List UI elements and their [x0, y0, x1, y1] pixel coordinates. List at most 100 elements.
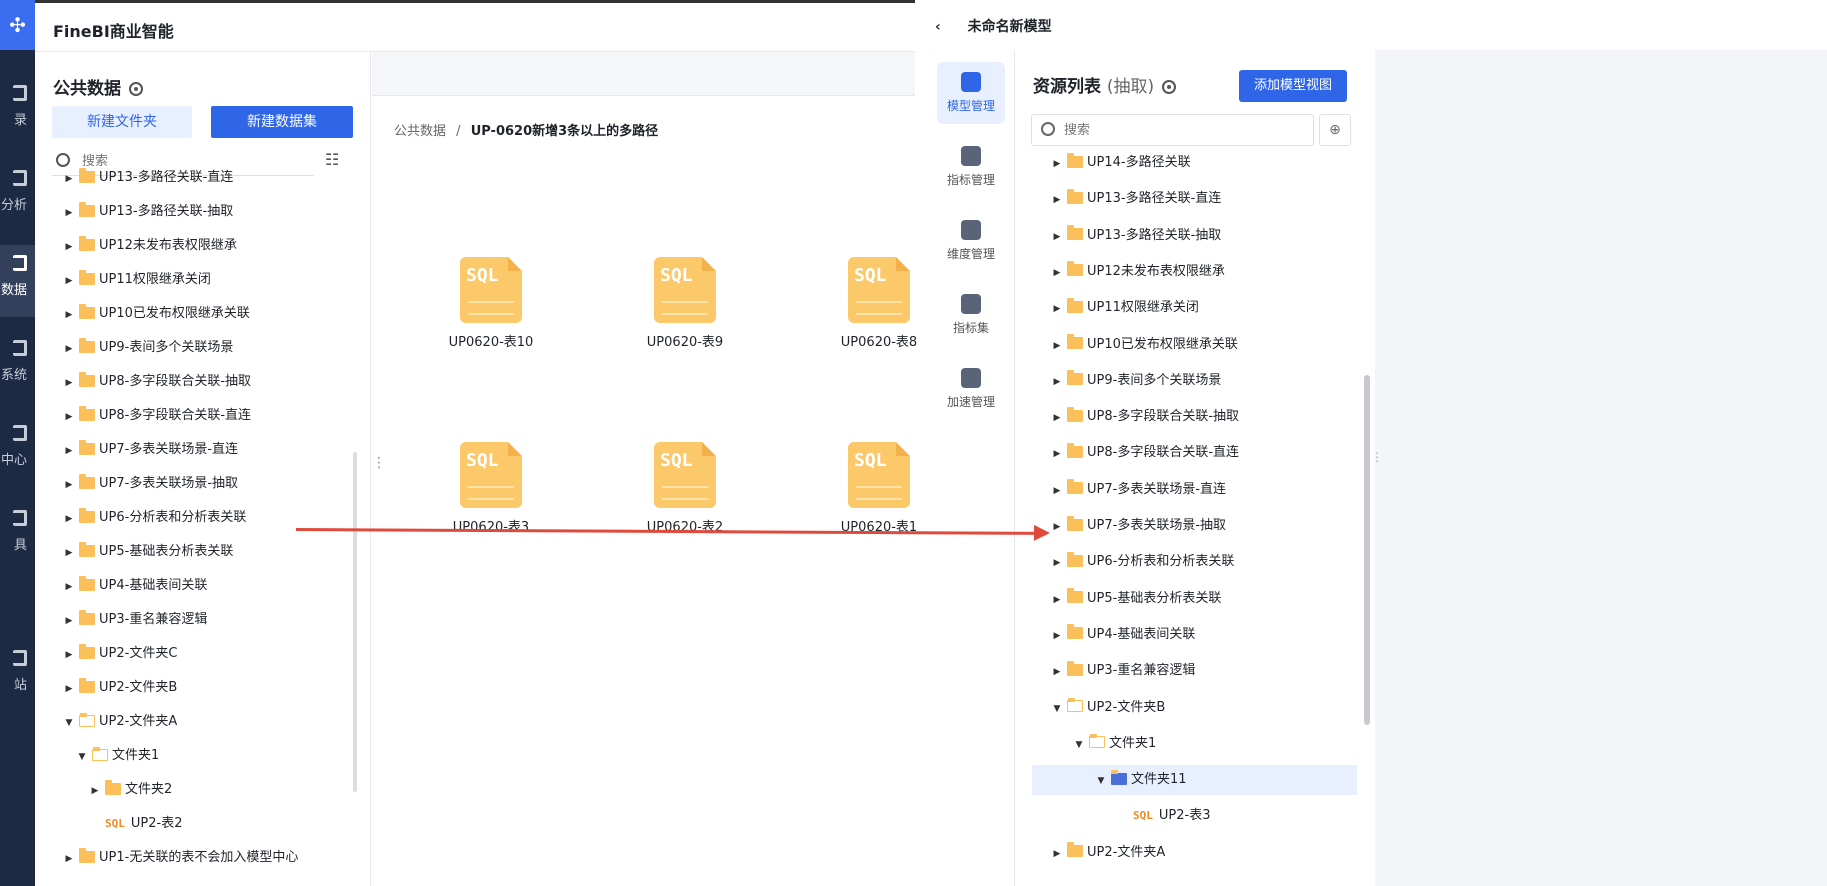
tree-row[interactable]: ▼ 文件夹1 [76, 741, 159, 771]
caret-right-icon[interactable]: ▶ [63, 164, 75, 194]
caret-right-icon[interactable]: ▶ [1051, 657, 1063, 687]
caret-right-icon[interactable]: ▶ [63, 266, 75, 296]
caret-right-icon[interactable]: ▶ [89, 776, 101, 806]
tree-row[interactable]: ▶ UP11权限继承关闭 [63, 265, 211, 295]
new-folder-button[interactable]: 新建文件夹 [52, 106, 192, 138]
nav-acceleration-manage[interactable]: 加速管理 [937, 358, 1005, 420]
tree-row[interactable]: ▶ UP13-多路径关联-直连 [1051, 184, 1221, 214]
tree-row[interactable]: ▶ UP2-文件夹C [63, 639, 177, 669]
tree-row[interactable]: ▶ UP7-多表关联场景-直连 [1051, 475, 1226, 505]
tree-row[interactable]: ▼ 文件夹11 [1032, 765, 1357, 796]
caret-right-icon[interactable]: ▶ [63, 334, 75, 364]
caret-right-icon[interactable]: ▶ [1051, 294, 1063, 324]
caret-right-icon[interactable]: ▶ [63, 606, 75, 636]
resource-settings-icon[interactable] [1162, 80, 1177, 94]
dataset-tile[interactable]: SQL UP0620-表3 [416, 442, 566, 562]
caret-down-icon[interactable]: ▼ [63, 708, 75, 738]
dataset-tile[interactable]: SQL UP0620-表2 [610, 442, 760, 562]
caret-right-icon[interactable]: ▶ [1051, 185, 1063, 215]
nav-item-4[interactable]: 中心 [0, 415, 35, 487]
caret-down-icon[interactable]: ▼ [1073, 730, 1085, 760]
panel-resize-icon[interactable]: ⋮ [1371, 450, 1383, 464]
tree-row[interactable]: ▶ UP5-基础表分析表关联 [1051, 584, 1221, 614]
caret-right-icon[interactable]: ▶ [1051, 222, 1063, 252]
tree-row[interactable]: ▶ UP13-多路径关联-抽取 [63, 197, 233, 227]
caret-right-icon[interactable]: ▶ [1051, 367, 1063, 397]
tree-row[interactable]: ▶ UP2-文件夹B [63, 673, 177, 703]
dataset-tile[interactable]: SQL UP0620-表10 [416, 257, 566, 377]
caret-right-icon[interactable]: ▶ [1051, 258, 1063, 288]
caret-right-icon[interactable]: ▶ [1051, 585, 1063, 615]
nav-metric-set[interactable]: 指标集 [937, 284, 1005, 346]
caret-right-icon[interactable]: ▶ [63, 640, 75, 670]
tree-row[interactable]: SQL UP2-表2 [89, 809, 182, 839]
logo-icon[interactable]: ✣ [0, 0, 35, 50]
caret-right-icon[interactable]: ▶ [1051, 548, 1063, 578]
caret-right-icon[interactable]: ▶ [1051, 150, 1063, 179]
caret-right-icon[interactable]: ▶ [1051, 621, 1063, 651]
resource-search-input[interactable] [1064, 120, 1304, 140]
tree-row[interactable]: ▼ 文件夹1 [1073, 729, 1156, 759]
tree-row[interactable]: ▶ UP8-多字段联合关联-抽取 [63, 367, 251, 397]
nav-item-1[interactable]: 分析 [0, 160, 35, 232]
tree-row[interactable]: ▶ UP10已发布权限继承关联 [1051, 330, 1238, 360]
caret-down-icon[interactable]: ▼ [1051, 694, 1063, 724]
tree-row[interactable]: ▶ UP8-多字段联合关联-直连 [1051, 438, 1239, 468]
tree-row[interactable]: ▶ UP7-多表关联场景-直连 [63, 435, 238, 465]
caret-right-icon[interactable]: ▶ [63, 470, 75, 500]
tree-row[interactable]: ▼ UP2-文件夹B [1051, 693, 1165, 723]
tree-row[interactable]: ▶ UP8-多字段联合关联-抽取 [1051, 402, 1239, 432]
tree-row[interactable]: ▶ UP6-分析表和分析表关联 [1051, 547, 1234, 577]
caret-right-icon[interactable]: ▶ [63, 232, 75, 262]
tree-row[interactable]: ▶ UP3-重名兼容逻辑 [63, 605, 207, 635]
tree-row[interactable]: ▶ UP12未发布表权限继承 [1051, 257, 1225, 287]
settings-gear-icon[interactable] [129, 82, 143, 96]
nav-model-manage[interactable]: 模型管理 [937, 62, 1005, 124]
scrollbar[interactable] [1364, 375, 1370, 725]
tree-row[interactable]: ▶ 文件夹2 [89, 775, 172, 805]
back-chevron-icon[interactable]: ‹ [935, 19, 941, 35]
drag-handle-icon[interactable]: ⋮ [372, 455, 386, 471]
caret-right-icon[interactable]: ▶ [63, 572, 75, 602]
caret-right-icon[interactable]: ▶ [63, 300, 75, 330]
caret-right-icon[interactable]: ▶ [63, 538, 75, 568]
breadcrumb-root[interactable]: 公共数据 [394, 124, 446, 139]
caret-right-icon[interactable]: ▶ [63, 844, 75, 874]
resource-search[interactable] [1031, 114, 1314, 146]
caret-right-icon[interactable]: ▶ [1051, 331, 1063, 361]
nav-item-6[interactable]: 站 [0, 640, 35, 712]
tree-row[interactable]: ▶ UP7-多表关联场景-抽取 [1051, 511, 1226, 541]
tree-row[interactable]: ▶ UP1-无关联的表不会加入模型中心 [63, 843, 298, 873]
caret-right-icon[interactable]: ▶ [63, 198, 75, 228]
nav-metric-manage[interactable]: 指标管理 [937, 136, 1005, 198]
caret-right-icon[interactable]: ▶ [63, 402, 75, 432]
caret-right-icon[interactable]: ▶ [63, 504, 75, 534]
caret-right-icon[interactable]: ▶ [63, 368, 75, 398]
tree-row[interactable]: ▶ UP4-基础表间关联 [1051, 620, 1195, 650]
tree-row[interactable]: ▶ UP10已发布权限继承关联 [63, 299, 250, 329]
caret-right-icon[interactable]: ▶ [1051, 403, 1063, 433]
caret-right-icon[interactable]: ▶ [1051, 512, 1063, 542]
caret-right-icon[interactable]: ▶ [63, 674, 75, 704]
caret-down-icon[interactable]: ▼ [1095, 766, 1107, 796]
nav-dimension-manage[interactable]: 维度管理 [937, 210, 1005, 272]
nav-item-3[interactable]: 系统 [0, 330, 35, 402]
tree-row[interactable]: ▶ UP4-基础表间关联 [63, 571, 207, 601]
add-folder-icon[interactable]: ⊕ [1319, 114, 1351, 146]
tree-row[interactable]: ▶ UP7-多表关联场景-抽取 [63, 469, 238, 499]
tree-row[interactable]: ▶ UP9-表间多个关联场景 [63, 333, 233, 363]
caret-down-icon[interactable]: ▼ [76, 742, 88, 772]
add-model-view-button[interactable]: 添加模型视图 [1239, 70, 1347, 102]
scrollbar[interactable] [353, 452, 357, 792]
tree-row[interactable]: ▶ UP12未发布表权限继承 [63, 231, 237, 261]
tree-row[interactable]: ▶ UP11权限继承关闭 [1051, 293, 1199, 323]
tree-row[interactable]: ▶ UP5-基础表分析表关联 [63, 537, 233, 567]
tree-row[interactable]: ▶ UP8-多字段联合关联-直连 [63, 401, 251, 431]
nav-item-0[interactable]: 录 [0, 75, 35, 147]
caret-right-icon[interactable]: ▶ [1051, 476, 1063, 506]
tree-row[interactable]: ▶ UP3-重名兼容逻辑 [1051, 656, 1195, 686]
tree-row[interactable]: ▶ UP2-文件夹A [1051, 838, 1165, 868]
tree-row[interactable]: SQL UP2-表3 [1117, 801, 1210, 831]
tree-row[interactable]: ▶ UP14-多路径关联 [1051, 150, 1191, 178]
caret-right-icon[interactable]: ▶ [1051, 439, 1063, 469]
